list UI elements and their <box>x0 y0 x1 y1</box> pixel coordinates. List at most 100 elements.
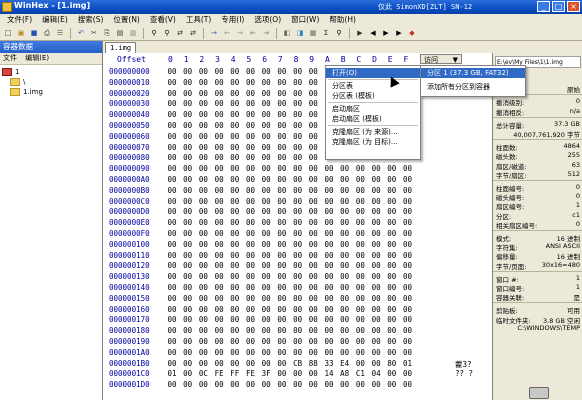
hex-byte[interactable]: 00 <box>338 380 352 389</box>
hex-byte[interactable]: 00 <box>353 337 367 346</box>
hex-byte[interactable]: 00 <box>165 99 179 108</box>
hex-byte[interactable]: 00 <box>322 315 336 324</box>
hex-byte[interactable]: 00 <box>369 218 383 227</box>
hex-byte[interactable]: 00 <box>291 348 305 357</box>
hex-byte[interactable]: 00 <box>259 89 273 98</box>
hex-byte[interactable]: 00 <box>259 110 273 119</box>
hex-byte[interactable]: 00 <box>306 218 320 227</box>
hex-byte[interactable]: 00 <box>275 326 289 335</box>
hex-byte[interactable]: 00 <box>338 229 352 238</box>
hex-byte[interactable]: 00 <box>259 143 273 152</box>
hex-byte[interactable]: 00 <box>385 175 399 184</box>
hex-byte[interactable]: 00 <box>196 359 210 368</box>
hex-byte[interactable]: 00 <box>212 326 226 335</box>
hex-byte[interactable]: 00 <box>259 197 273 206</box>
hex-byte[interactable]: 00 <box>338 348 352 357</box>
hex-byte[interactable]: 00 <box>306 67 320 76</box>
find-hex-icon[interactable]: ⚲ <box>162 28 172 38</box>
hex-byte[interactable]: 00 <box>244 132 258 141</box>
tree-item[interactable]: \ <box>2 77 102 87</box>
properties-icon[interactable]: ☰ <box>55 28 65 38</box>
back-icon[interactable]: ← <box>222 28 232 38</box>
hex-row[interactable]: 000000110 00 00 00 00 00 00 00 00 00 00 00 00 00 00 00 0… <box>103 251 492 262</box>
hex-byte[interactable]: 00 <box>244 272 258 281</box>
hex-byte[interactable]: 00 <box>353 326 367 335</box>
hex-byte[interactable]: 00 <box>291 89 305 98</box>
hex-byte[interactable]: 00 <box>228 207 242 216</box>
hex-byte[interactable]: 00 <box>212 283 226 292</box>
hex-byte[interactable]: 00 <box>369 251 383 260</box>
hex-byte[interactable]: 00 <box>291 175 305 184</box>
hex-byte[interactable]: 00 <box>401 272 415 281</box>
hex-byte[interactable]: 00 <box>165 175 179 184</box>
hex-byte[interactable]: 00 <box>306 305 320 314</box>
hex-byte[interactable]: 00 <box>196 229 210 238</box>
hex-byte[interactable]: 00 <box>385 240 399 249</box>
first-icon[interactable]: ⇤ <box>248 28 258 38</box>
hex-byte[interactable]: 00 <box>322 283 336 292</box>
hex-byte[interactable]: 00 <box>212 294 226 303</box>
hex-byte[interactable]: 00 <box>212 305 226 314</box>
hex-byte[interactable]: 00 <box>306 240 320 249</box>
last-icon[interactable]: ⇥ <box>261 28 271 38</box>
hex-byte[interactable]: 00 <box>401 197 415 206</box>
hex-byte[interactable]: 00 <box>228 380 242 389</box>
hex-byte[interactable]: 00 <box>212 207 226 216</box>
hex-byte[interactable]: 00 <box>181 305 195 314</box>
hex-byte[interactable]: 00 <box>291 153 305 162</box>
hex-byte[interactable]: 00 <box>212 99 226 108</box>
hex-byte[interactable]: 00 <box>401 315 415 324</box>
hex-byte[interactable]: 00 <box>196 78 210 87</box>
hex-byte[interactable]: 00 <box>196 67 210 76</box>
hex-byte[interactable]: 00 <box>338 251 352 260</box>
hex-byte[interactable]: 00 <box>244 229 258 238</box>
hex-byte[interactable]: 00 <box>401 369 415 378</box>
hex-byte[interactable]: 00 <box>353 218 367 227</box>
hex-byte[interactable]: 00 <box>338 305 352 314</box>
hex-byte[interactable]: 00 <box>196 348 210 357</box>
hex-byte[interactable]: 00 <box>275 164 289 173</box>
hex-byte[interactable]: 00 <box>291 67 305 76</box>
hex-byte[interactable]: 00 <box>228 261 242 270</box>
hex-byte[interactable]: 00 <box>212 121 226 130</box>
hex-row[interactable]: 000000150 00 00 00 00 00 00 00 00 00 00 00 00 00 00 00 0… <box>103 294 492 305</box>
hex-byte[interactable]: 00 <box>306 132 320 141</box>
hex-byte[interactable]: 00 <box>291 315 305 324</box>
hex-byte[interactable]: 00 <box>244 78 258 87</box>
access-menu-item[interactable]: 打开(O) <box>326 68 420 78</box>
hex-byte[interactable]: 00 <box>291 261 305 270</box>
hex-byte[interactable]: 00 <box>212 229 226 238</box>
hex-byte[interactable]: 00 <box>338 261 352 270</box>
hex-byte[interactable]: 04 <box>369 369 383 378</box>
hex-byte[interactable]: 00 <box>181 337 195 346</box>
hex-byte[interactable]: 00 <box>291 218 305 227</box>
hex-byte[interactable]: 00 <box>291 251 305 260</box>
hex-row[interactable]: 0000000600000000000000000000000000000000… <box>103 132 492 143</box>
hex-byte[interactable]: 00 <box>259 132 273 141</box>
hex-byte[interactable]: 00 <box>322 164 336 173</box>
hex-byte[interactable]: 00 <box>275 261 289 270</box>
partition-submenu-item[interactable]: 分区 1 (37.3 GB, FAT32) <box>421 68 525 78</box>
hex-byte[interactable]: 00 <box>228 218 242 227</box>
hex-byte[interactable]: 00 <box>181 207 195 216</box>
hex-byte[interactable]: 00 <box>353 348 367 357</box>
hex-byte[interactable]: 00 <box>165 89 179 98</box>
hex-row[interactable]: 0000001D0 00 00 00 00 00 00 00 00 00 00 00 00 00 00 00 0… <box>103 380 492 391</box>
hex-byte[interactable]: 00 <box>244 153 258 162</box>
hex-byte[interactable]: 00 <box>338 240 352 249</box>
hex-byte[interactable]: 00 <box>291 197 305 206</box>
hex-byte[interactable]: 00 <box>244 207 258 216</box>
hex-byte[interactable]: 00 <box>369 326 383 335</box>
hex-byte[interactable]: 00 <box>275 78 289 87</box>
hex-byte[interactable]: 00 <box>353 251 367 260</box>
hex-byte[interactable]: 00 <box>212 251 226 260</box>
hex-byte[interactable]: 00 <box>165 326 179 335</box>
hex-byte[interactable]: 00 <box>228 175 242 184</box>
hex-byte[interactable]: 00 <box>353 305 367 314</box>
hex-byte[interactable]: 00 <box>401 229 415 238</box>
access-menu-item[interactable]: 分区表 <box>326 81 420 91</box>
hex-byte[interactable]: 00 <box>369 283 383 292</box>
hex-byte[interactable]: 00 <box>353 229 367 238</box>
hex-byte[interactable]: 00 <box>196 251 210 260</box>
hex-byte[interactable]: 00 <box>353 175 367 184</box>
